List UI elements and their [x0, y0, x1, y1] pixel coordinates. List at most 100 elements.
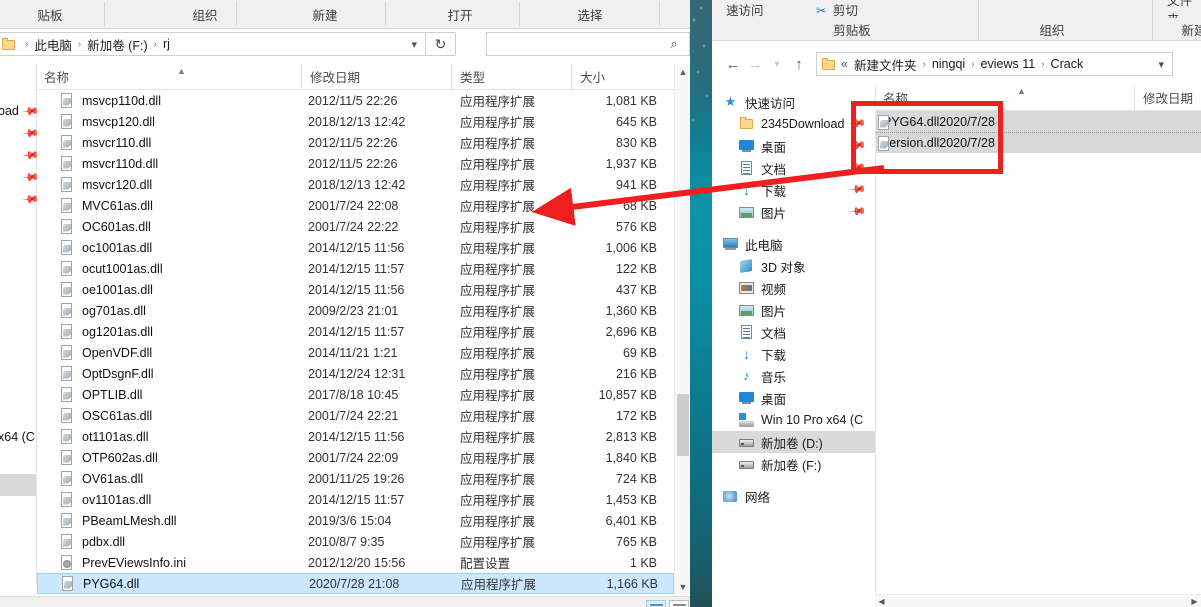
sidebar-item-音乐[interactable]: ♪音乐 — [712, 365, 875, 387]
horizontal-scrollbar-right[interactable]: ◀ ▶ — [875, 594, 1201, 607]
column-header-name[interactable]: 名称 — [36, 64, 301, 89]
table-row[interactable]: OC601as.dll2001/7/24 22:22应用程序扩展576 KB — [37, 216, 674, 237]
column-header-size[interactable]: 大小 — [571, 64, 683, 89]
sidebar-item-Win 10 Pro x64 (C[interactable]: Win 10 Pro x64 (C — [712, 409, 875, 431]
breadcrumb-rj[interactable]: rj — [162, 37, 171, 51]
file-name-cell[interactable]: og701as.dll — [59, 303, 146, 319]
column-header-name-right[interactable]: 名称 — [875, 85, 1134, 110]
chevron-down-icon[interactable]: ▾ — [766, 53, 788, 75]
file-name-cell[interactable]: ov1101as.dll — [59, 492, 151, 508]
pin-icon[interactable]: 📌 — [849, 202, 868, 221]
sidebar-item-网络[interactable]: 网络 — [712, 485, 875, 507]
refresh-icon[interactable]: ↻ — [426, 32, 456, 56]
table-row[interactable]: pdbx.dll2010/8/7 9:35应用程序扩展765 KB — [37, 531, 674, 552]
scroll-right-arrow[interactable]: ▶ — [1188, 595, 1201, 607]
table-row[interactable]: msvcr120.dll2018/12/13 12:42应用程序扩展941 KB — [37, 174, 674, 195]
ribbon-folder-label[interactable]: 文件夹 — [1167, 0, 1201, 18]
table-row[interactable]: ot1101as.dll2014/12/15 11:56应用程序扩展2,813 … — [37, 426, 674, 447]
table-row[interactable]: PYG64.dll2020/7/28 — [876, 111, 1201, 132]
ribbon-quick-access-label[interactable]: 速访问 — [726, 0, 764, 18]
sidebar-item-视频[interactable]: 视频 — [712, 277, 875, 299]
file-name-cell[interactable]: msvcp120.dll — [59, 114, 155, 130]
table-row[interactable]: msvcr110d.dll2012/11/5 22:26应用程序扩展1,937 … — [37, 153, 674, 174]
sidebar-item-3D 对象[interactable]: 3D 对象 — [712, 255, 875, 277]
table-row[interactable]: MVC61as.dll2001/7/24 22:08应用程序扩展68 KB — [37, 195, 674, 216]
file-name-cell[interactable]: ocut1001as.dll — [59, 261, 163, 277]
file-name-cell[interactable]: OpenVDF.dll — [59, 345, 152, 361]
column-header-type[interactable]: 类型 — [451, 64, 571, 89]
scroll-up-arrow[interactable]: ▲ — [675, 64, 690, 80]
scrollbar-thumb[interactable] — [677, 394, 689, 456]
search-input[interactable]: ⌕ — [486, 32, 690, 56]
table-row[interactable]: OTP602as.dll2001/7/24 22:09应用程序扩展1,840 K… — [37, 447, 674, 468]
arrow-up-icon[interactable]: ↑ — [788, 53, 810, 75]
nav-fragment-selected-row[interactable] — [0, 474, 36, 496]
table-row[interactable]: oc1001as.dll2014/12/15 11:56应用程序扩展1,006 … — [37, 237, 674, 258]
file-name-cell[interactable]: OC601as.dll — [59, 219, 151, 235]
file-name-cell[interactable]: MVC61as.dll — [59, 198, 153, 214]
breadcrumb-right[interactable]: « 新建文件夹 › ningqi › eviews 11 › Crack ▾ — [816, 52, 1173, 76]
ribbon-group-clipboard-right[interactable]: 剪贴板 — [812, 18, 892, 40]
table-row[interactable]: version.dll2020/7/28 — [876, 132, 1201, 153]
pin-icon[interactable]: 📌 — [849, 180, 868, 199]
file-name-cell[interactable]: PYG64.dll — [876, 115, 939, 129]
sidebar-item-2345Download[interactable]: 2345Download📌 — [712, 113, 875, 135]
table-row[interactable]: oe1001as.dll2014/12/15 11:56应用程序扩展437 KB — [37, 279, 674, 300]
table-row[interactable]: msvcp110d.dll2012/11/5 22:26应用程序扩展1,081 … — [37, 90, 674, 111]
file-name-cell[interactable]: version.dll — [876, 136, 939, 150]
ribbon-group-clipboard[interactable]: 贴板 — [0, 0, 110, 28]
sidebar-item-桌面[interactable]: 桌面📌 — [712, 135, 875, 157]
arrow-right-icon[interactable]: → — [744, 53, 766, 75]
breadcrumb-ningqi[interactable]: ningqi — [931, 57, 966, 71]
table-row[interactable]: PYG64.dll2020/7/28 21:08应用程序扩展1,166 KB — [37, 573, 674, 594]
chevron-down-icon[interactable]: ▾ — [412, 38, 426, 51]
nav-fragment-download-label[interactable]: oad — [0, 104, 19, 118]
table-row[interactable]: ocut1001as.dll2014/12/15 11:57应用程序扩展122 … — [37, 258, 674, 279]
file-name-cell[interactable]: oc1001as.dll — [59, 240, 152, 256]
nav-fragment-win10-label[interactable]: x64 (C — [0, 430, 35, 444]
table-row[interactable]: OptDsgnF.dll2014/12/24 12:31应用程序扩展216 KB — [37, 363, 674, 384]
pin-icon[interactable]: 📌 — [849, 158, 868, 177]
file-name-cell[interactable]: OV61as.dll — [59, 471, 143, 487]
details-view-button[interactable] — [646, 600, 666, 607]
table-row[interactable]: og1201as.dll2014/12/15 11:57应用程序扩展2,696 … — [37, 321, 674, 342]
sidebar-item-下载[interactable]: ↓下载📌 — [712, 179, 875, 201]
file-name-cell[interactable]: msvcr110.dll — [59, 135, 151, 151]
file-name-cell[interactable]: OTP602as.dll — [59, 450, 158, 466]
sidebar-item-图片[interactable]: 图片📌 — [712, 201, 875, 223]
file-name-cell[interactable]: ot1101as.dll — [59, 429, 149, 445]
sidebar-item-文档[interactable]: 文档 — [712, 321, 875, 343]
sidebar-item-文档[interactable]: 文档📌 — [712, 157, 875, 179]
breadcrumb-new-folder[interactable]: 新建文件夹 — [849, 55, 918, 74]
sidebar-item-图片[interactable]: 图片 — [712, 299, 875, 321]
breadcrumb-eviews-11[interactable]: eviews 11 — [980, 57, 1037, 71]
sidebar-item-下载[interactable]: ↓下载 — [712, 343, 875, 365]
file-name-cell[interactable]: OSC61as.dll — [59, 408, 152, 424]
file-name-cell[interactable]: og1201as.dll — [59, 324, 153, 340]
ribbon-cut-button[interactable]: ✂ 剪切 — [816, 0, 858, 18]
table-row[interactable]: ov1101as.dll2014/12/15 11:57应用程序扩展1,453 … — [37, 489, 674, 510]
file-name-cell[interactable]: PBeamLMesh.dll — [59, 513, 177, 529]
file-name-cell[interactable]: msvcr120.dll — [59, 177, 152, 193]
table-row[interactable]: msvcp120.dll2018/12/13 12:42应用程序扩展645 KB — [37, 111, 674, 132]
ribbon-group-organize[interactable]: 组织 — [145, 0, 265, 28]
file-list-left[interactable]: msvcp110d.dll2012/11/5 22:26应用程序扩展1,081 … — [37, 90, 674, 595]
scroll-left-arrow[interactable]: ◀ — [875, 595, 888, 607]
file-name-cell[interactable]: pdbx.dll — [59, 534, 125, 550]
sidebar-item-桌面[interactable]: 桌面 — [712, 387, 875, 409]
file-name-cell[interactable]: PYG64.dll — [60, 576, 139, 592]
ribbon-group-open[interactable]: 打开 — [400, 0, 520, 28]
table-row[interactable]: OpenVDF.dll2014/11/21 1:21应用程序扩展69 KB — [37, 342, 674, 363]
file-name-cell[interactable]: msvcr110d.dll — [59, 156, 158, 172]
table-row[interactable]: OPTLIB.dll2017/8/18 10:45应用程序扩展10,857 KB — [37, 384, 674, 405]
scroll-down-arrow[interactable]: ▼ — [675, 579, 690, 595]
breadcrumb-this-pc[interactable]: 此电脑 — [33, 35, 73, 54]
file-name-cell[interactable]: OptDsgnF.dll — [59, 366, 154, 382]
pin-icon[interactable]: 📌 — [849, 136, 868, 155]
file-list-right[interactable]: PYG64.dll2020/7/28version.dll2020/7/28 — [876, 111, 1201, 594]
table-row[interactable]: og701as.dll2009/2/23 21:01应用程序扩展1,360 KB — [37, 300, 674, 321]
large-icons-view-button[interactable] — [669, 600, 689, 607]
ribbon-group-select[interactable]: 选择 — [530, 0, 650, 28]
vertical-scrollbar-left[interactable]: ▲ ▼ — [674, 64, 690, 595]
sidebar-item-新加卷 (D:)[interactable]: 新加卷 (D:) — [712, 431, 875, 453]
